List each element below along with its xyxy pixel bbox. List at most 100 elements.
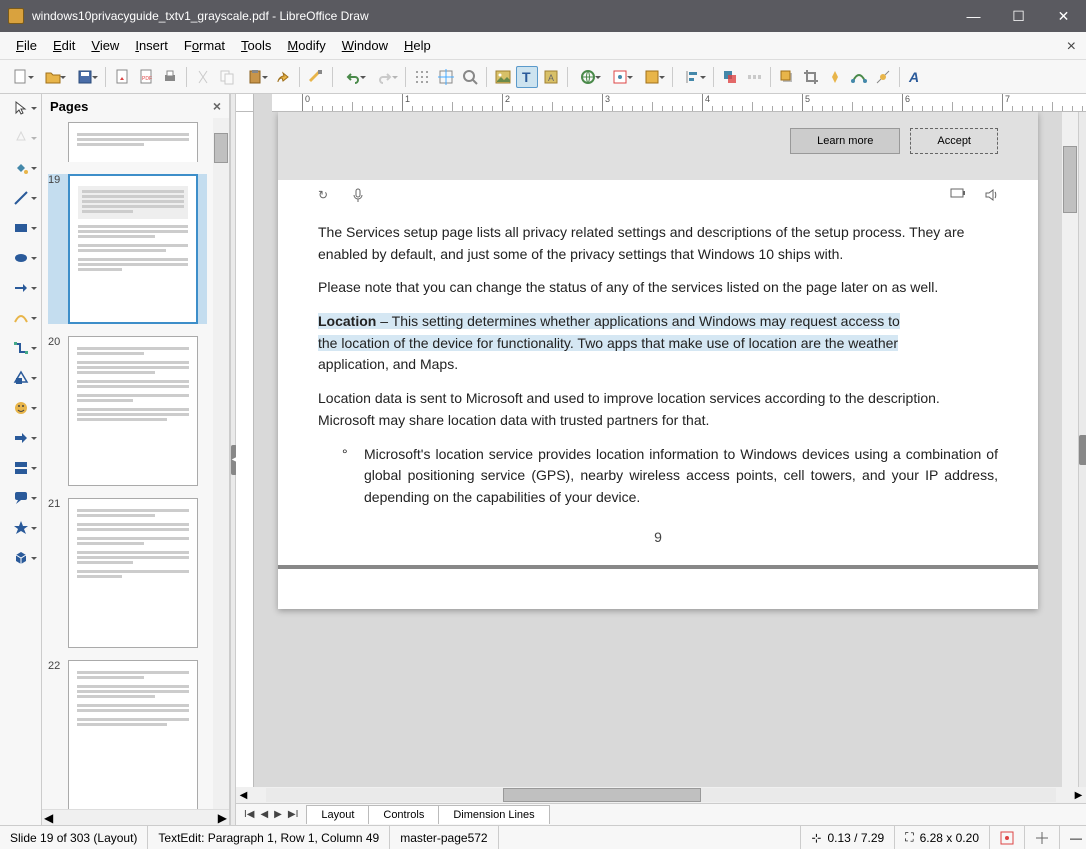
page-thumbnail-19[interactable]: 19 <box>48 174 207 324</box>
pages-list[interactable]: 19 20 21 22 <box>42 118 213 809</box>
copy-button[interactable] <box>216 66 238 88</box>
maximize-button[interactable]: ☐ <box>996 0 1041 32</box>
connector-tool[interactable] <box>5 338 37 358</box>
insert-frame-button[interactable]: A <box>540 66 562 88</box>
body-paragraph[interactable]: Please note that you can change the stat… <box>318 277 998 299</box>
cut-button[interactable] <box>192 66 214 88</box>
app-icon <box>8 8 24 24</box>
line-tool[interactable] <box>5 188 37 208</box>
close-document-icon[interactable]: × <box>1067 38 1076 56</box>
align-button[interactable] <box>678 66 708 88</box>
body-bullet[interactable]: Microsoft's location service provides lo… <box>352 444 998 509</box>
page-thumbnail[interactable] <box>48 122 207 162</box>
menu-insert[interactable]: Insert <box>127 34 176 57</box>
pages-hscrollbar[interactable]: ◀▶ <box>42 809 229 825</box>
menu-help[interactable]: Help <box>396 34 439 57</box>
status-slide: Slide 19 of 303 (Layout) <box>0 826 148 849</box>
arrange-button[interactable] <box>719 66 741 88</box>
document-viewport[interactable]: Learn more Accept ↻ The Services setup p… <box>254 112 1062 787</box>
menu-format[interactable]: Format <box>176 34 233 57</box>
prev-slide-button[interactable]: ◀ <box>260 809 268 820</box>
document-page[interactable]: Learn more Accept ↻ The Services setup p… <box>278 112 1038 609</box>
grid-button[interactable] <box>411 66 433 88</box>
save-button[interactable] <box>70 66 100 88</box>
fill-color-tool[interactable] <box>5 158 37 178</box>
refresh-icon: ↻ <box>318 188 332 202</box>
flowchart-tool[interactable] <box>5 458 37 478</box>
paste-button[interactable] <box>240 66 270 88</box>
body-paragraph-location[interactable]: Location – This setting determines wheth… <box>318 311 998 376</box>
menu-window[interactable]: Window <box>334 34 396 57</box>
arrow-tool[interactable] <box>5 278 37 298</box>
print-button[interactable] <box>159 66 181 88</box>
rect-tool[interactable] <box>5 218 37 238</box>
undo-button[interactable] <box>338 66 368 88</box>
canvas-vscrollbar[interactable] <box>1062 112 1078 787</box>
right-sidebar-splitter[interactable] <box>1078 112 1086 787</box>
callout-tool[interactable] <box>5 488 37 508</box>
left-toolbar <box>0 94 42 825</box>
filter-button[interactable] <box>824 66 846 88</box>
page-thumbnail-20[interactable]: 20 <box>48 336 207 486</box>
vertical-ruler[interactable] <box>236 112 254 787</box>
menu-view[interactable]: View <box>83 34 127 57</box>
body-paragraph[interactable]: Location data is sent to Microsoft and u… <box>318 388 998 431</box>
export-button[interactable] <box>111 66 133 88</box>
new-button[interactable] <box>6 66 36 88</box>
page-thumbnail-22[interactable]: 22 <box>48 660 207 809</box>
shadow-button[interactable] <box>776 66 798 88</box>
clone-button[interactable] <box>272 66 294 88</box>
menu-tools[interactable]: Tools <box>233 34 279 57</box>
status-fit-icon[interactable] <box>1025 826 1060 849</box>
block-arrows-tool[interactable] <box>5 428 37 448</box>
fontwork-button[interactable]: A <box>905 66 927 88</box>
export-pdf-button[interactable]: PDF <box>135 66 157 88</box>
page-number-label: 22 <box>48 660 60 672</box>
page-thumbnail-21[interactable]: 21 <box>48 498 207 648</box>
ellipse-tool[interactable] <box>5 248 37 268</box>
insert-hyperlink-button[interactable] <box>573 66 603 88</box>
curve-tool[interactable] <box>5 308 37 328</box>
tab-layout[interactable]: Layout <box>306 805 369 824</box>
symbol-shapes-tool[interactable] <box>5 398 37 418</box>
menu-file[interactable]: File <box>8 34 45 57</box>
points-button[interactable] <box>848 66 870 88</box>
helplines-button[interactable] <box>435 66 457 88</box>
pages-vscrollbar[interactable] <box>213 118 229 809</box>
canvas-hscrollbar[interactable]: ◀▶ <box>236 787 1086 803</box>
horizontal-ruler[interactable]: 012345678 <box>272 94 1086 112</box>
pages-panel-close-icon[interactable]: × <box>213 98 221 114</box>
body-paragraph[interactable]: The Services setup page lists all privac… <box>318 222 998 265</box>
tab-controls[interactable]: Controls <box>368 805 439 824</box>
status-zoom-slider[interactable]: — <box>1060 826 1086 849</box>
insert-form-button[interactable] <box>637 66 667 88</box>
format-paintbrush-button[interactable] <box>305 66 327 88</box>
zoom-button[interactable] <box>459 66 481 88</box>
next-slide-button[interactable]: ▶ <box>274 809 282 820</box>
status-save-icon[interactable] <box>990 826 1025 849</box>
tab-dimension[interactable]: Dimension Lines <box>438 805 549 824</box>
minimize-button[interactable]: — <box>951 0 996 32</box>
open-button[interactable] <box>38 66 68 88</box>
menu-edit[interactable]: Edit <box>45 34 83 57</box>
distribute-button[interactable] <box>743 66 765 88</box>
line-color-tool[interactable] <box>5 128 37 148</box>
insert-special-button[interactable] <box>605 66 635 88</box>
page-footer-number: 9 <box>318 529 998 545</box>
3d-tool[interactable] <box>5 548 37 568</box>
main-area: Pages × 19 20 <box>0 94 1086 825</box>
glue-button[interactable] <box>872 66 894 88</box>
menu-modify[interactable]: Modify <box>279 34 333 57</box>
first-slide-button[interactable]: I◀ <box>244 809 254 820</box>
insert-textbox-button[interactable]: T <box>516 66 538 88</box>
close-button[interactable]: ✕ <box>1041 0 1086 32</box>
star-tool[interactable] <box>5 518 37 538</box>
insert-image-button[interactable] <box>492 66 514 88</box>
window-controls: — ☐ ✕ <box>951 0 1086 32</box>
crop-button[interactable] <box>800 66 822 88</box>
select-tool[interactable] <box>5 98 37 118</box>
basic-shapes-tool[interactable] <box>5 368 37 388</box>
redo-button[interactable] <box>370 66 400 88</box>
status-edit: TextEdit: Paragraph 1, Row 1, Column 49 <box>148 826 390 849</box>
last-slide-button[interactable]: ▶I <box>288 809 298 820</box>
